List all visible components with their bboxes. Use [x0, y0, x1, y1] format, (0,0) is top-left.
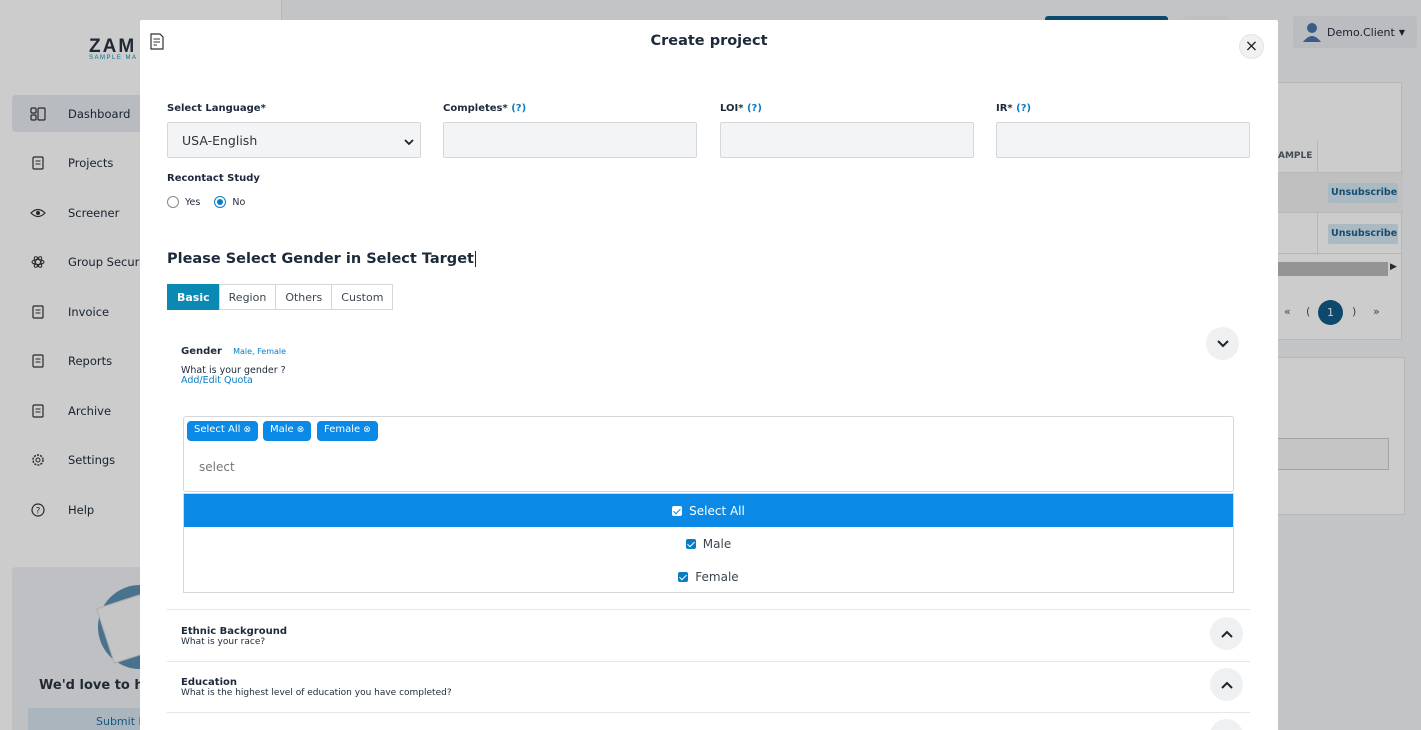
recontact-radio-group: Yes No [167, 195, 259, 209]
tab-others[interactable]: Others [275, 284, 333, 310]
accordion-ethnic-background[interactable]: Ethnic Background What is your race? [167, 609, 1250, 661]
completes-help-link[interactable]: (?) [511, 103, 526, 114]
tab-basic[interactable]: Basic [167, 284, 220, 310]
gender-options-list: Select All Male Female [183, 493, 1234, 593]
recontact-no-label: No [232, 196, 246, 208]
target-tabs: Basic Region Others Custom [167, 284, 394, 310]
chip-remove-icon[interactable]: ⊗ [297, 425, 305, 435]
chip-female: Female ⊗ [317, 421, 378, 441]
recontact-yes-label: Yes [185, 196, 201, 208]
checkbox-icon [672, 505, 683, 516]
chip-select-all: Select All ⊗ [187, 421, 258, 441]
close-button[interactable]: × [1239, 34, 1264, 59]
education-expand-button[interactable] [1210, 668, 1243, 701]
accordion-title: Ethnic Background [181, 626, 287, 637]
option-female[interactable]: Female [184, 560, 1233, 593]
language-select-value: USA-English [182, 133, 258, 148]
modal-title: Create project [650, 33, 768, 49]
accordion-title: Education [181, 677, 237, 688]
ir-input[interactable] [996, 122, 1250, 158]
accordion-question: What is your race? [181, 637, 266, 647]
loi-help-link[interactable]: (?) [747, 103, 762, 114]
recontact-no-radio[interactable] [214, 196, 227, 208]
completes-input[interactable] [443, 122, 697, 158]
create-project-modal: Create project × Select Language* USA-En… [140, 20, 1278, 730]
option-select-all[interactable]: Select All [184, 494, 1233, 527]
tab-custom[interactable]: Custom [331, 284, 394, 310]
add-edit-quota-link[interactable]: Add/Edit Quota [181, 375, 253, 386]
recontact-yes-radio[interactable] [167, 196, 179, 208]
chip-male: Male ⊗ [263, 421, 312, 441]
gender-selected-tags: Male, Female [233, 347, 287, 356]
chevron-down-icon [404, 135, 414, 146]
accordion-question: What is the highest level of education y… [181, 688, 452, 698]
ethnic-expand-button[interactable] [1210, 617, 1243, 650]
gender-collapse-button[interactable] [1206, 327, 1239, 360]
accordion-education[interactable]: Education What is the highest level of e… [167, 661, 1250, 712]
chevron-down-icon [1216, 339, 1229, 347]
chip-remove-icon[interactable]: ⊗ [363, 425, 371, 435]
accordion-next-row[interactable] [167, 712, 1250, 730]
language-label: Select Language* [167, 103, 266, 114]
gender-title: Gender [181, 346, 222, 357]
recontact-label: Recontact Study [167, 173, 260, 184]
checkbox-icon [678, 571, 689, 582]
ir-help-link[interactable]: (?) [1016, 103, 1031, 114]
ir-label: IR* (?) [996, 103, 1032, 114]
completes-label: Completes* (?) [443, 103, 527, 114]
gender-multiselect[interactable]: Select All ⊗ Male ⊗ Female ⊗ select [183, 416, 1234, 492]
chip-remove-icon[interactable]: ⊗ [243, 425, 251, 435]
option-male[interactable]: Male [184, 527, 1233, 560]
checkbox-icon [685, 538, 696, 549]
language-select[interactable]: USA-English [167, 122, 421, 158]
multiselect-placeholder[interactable]: select [199, 460, 235, 474]
loi-input[interactable] [720, 122, 974, 158]
gender-header: Gender Male, Female [181, 339, 286, 358]
chevron-up-icon [1220, 681, 1233, 689]
tab-region[interactable]: Region [218, 284, 277, 310]
chevron-up-icon [1220, 630, 1233, 638]
loi-label: LOI* (?) [720, 103, 762, 114]
target-heading: Please Select Gender in Select Target [167, 251, 476, 267]
